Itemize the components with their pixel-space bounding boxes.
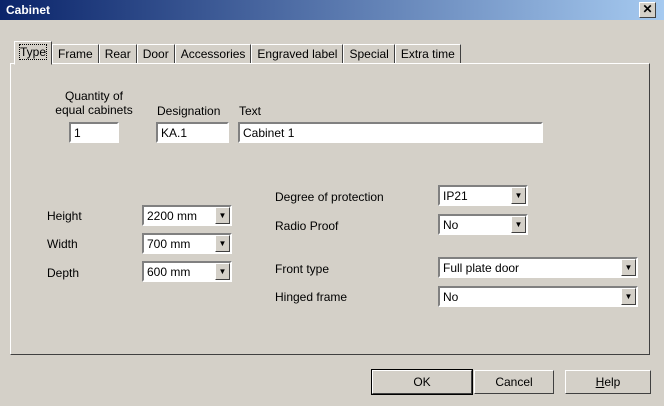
- radio-proof-value: No: [443, 218, 459, 232]
- title-bar: Cabinet ✕: [0, 0, 664, 20]
- front-type-label: Front type: [275, 262, 330, 276]
- help-button[interactable]: Help: [565, 370, 651, 394]
- tab-strip: Type Frame Rear Door Accessories Engrave…: [14, 41, 461, 65]
- hinged-frame-select[interactable]: No ▼: [438, 286, 638, 307]
- tab-panel: Quantity of equal cabinets 1 Designation…: [10, 63, 650, 355]
- chevron-down-icon[interactable]: ▼: [621, 288, 636, 305]
- tab-frame[interactable]: Frame: [52, 44, 99, 64]
- width-select[interactable]: 700 mm ▼: [142, 233, 232, 254]
- quantity-field[interactable]: 1: [69, 122, 119, 143]
- text-field[interactable]: Cabinet 1: [238, 122, 543, 143]
- tab-door[interactable]: Door: [136, 44, 175, 64]
- protection-value: IP21: [443, 189, 468, 203]
- depth-label: Depth: [47, 266, 80, 280]
- protection-select[interactable]: IP21 ▼: [438, 185, 528, 206]
- tab-engraved-label[interactable]: Engraved label: [251, 44, 344, 64]
- chevron-down-icon[interactable]: ▼: [215, 207, 230, 224]
- text-label: Text: [239, 104, 262, 118]
- tab-accessories[interactable]: Accessories: [174, 44, 252, 64]
- chevron-down-icon[interactable]: ▼: [511, 187, 526, 204]
- tab-type[interactable]: Type: [14, 41, 53, 65]
- width-value: 700 mm: [147, 237, 191, 251]
- designation-label: Designation: [157, 104, 221, 118]
- ok-button[interactable]: OK: [371, 369, 473, 395]
- chevron-down-icon[interactable]: ▼: [215, 235, 230, 252]
- front-type-value: Full plate door: [443, 261, 520, 275]
- depth-select[interactable]: 600 mm ▼: [142, 261, 232, 282]
- radio-proof-label: Radio Proof: [275, 219, 339, 233]
- height-value: 2200 mm: [147, 209, 198, 223]
- height-select[interactable]: 2200 mm ▼: [142, 205, 232, 226]
- window-title: Cabinet: [6, 3, 51, 17]
- cabinet-dialog: Cabinet ✕ Type Frame Rear Door Accessori…: [0, 0, 664, 406]
- hinged-frame-label: Hinged frame: [275, 290, 348, 304]
- radio-proof-select[interactable]: No ▼: [438, 214, 528, 235]
- protection-label: Degree of protection: [275, 190, 384, 204]
- designation-field[interactable]: KA.1: [156, 122, 229, 143]
- depth-value: 600 mm: [147, 265, 191, 279]
- tab-special[interactable]: Special: [343, 44, 395, 64]
- front-type-select[interactable]: Full plate door ▼: [438, 257, 638, 278]
- cancel-button[interactable]: Cancel: [474, 370, 554, 394]
- tab-extra-time[interactable]: Extra time: [394, 44, 461, 64]
- width-label: Width: [47, 237, 78, 251]
- chevron-down-icon[interactable]: ▼: [215, 263, 230, 280]
- tab-rear[interactable]: Rear: [98, 44, 137, 64]
- height-label: Height: [47, 209, 82, 223]
- hinged-frame-value: No: [443, 290, 459, 304]
- chevron-down-icon[interactable]: ▼: [621, 259, 636, 276]
- chevron-down-icon[interactable]: ▼: [511, 216, 526, 233]
- quantity-label: Quantity of equal cabinets: [55, 89, 133, 117]
- close-icon: ✕: [642, 2, 653, 16]
- close-button[interactable]: ✕: [639, 2, 656, 18]
